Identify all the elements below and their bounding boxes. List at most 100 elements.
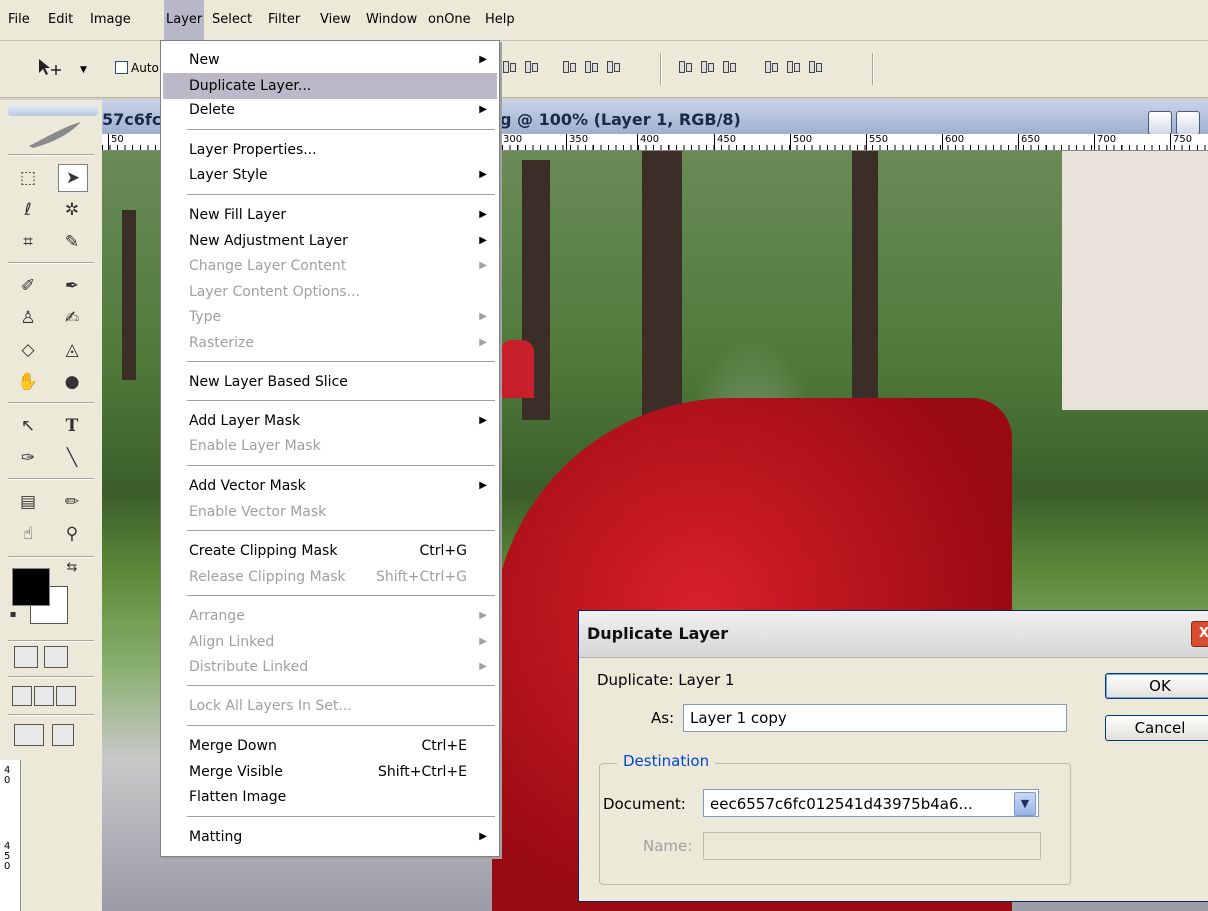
path-selection-tool-icon[interactable]: ↖ (8, 412, 48, 440)
default-colors-icon[interactable]: ▪ (6, 608, 20, 622)
menu-select[interactable]: Select (210, 0, 254, 40)
close-button[interactable]: X (1191, 621, 1208, 647)
maximize-button[interactable] (1176, 111, 1200, 135)
auto-select-checkbox[interactable]: Auto (112, 60, 159, 75)
menu-image[interactable]: Image (88, 0, 133, 40)
screen-mode-full-icon[interactable] (56, 686, 76, 706)
menu-item-delete[interactable]: Delete ▶ (163, 97, 497, 123)
menu-item-label: Flatten Image (189, 789, 287, 805)
eyedropper-tool-icon[interactable]: ✏ (52, 488, 92, 516)
edit-in-imageready-icon[interactable] (52, 724, 74, 746)
screen-mode-standard-icon[interactable] (12, 686, 32, 706)
distribute-center-icon[interactable] (784, 57, 802, 75)
foreground-color-swatch[interactable] (12, 568, 50, 606)
dialog-title-bar[interactable]: Duplicate Layer X (579, 611, 1208, 658)
menu-item-create-clipping-mask[interactable]: Create Clipping Mask Ctrl+G (163, 538, 497, 564)
person (500, 340, 534, 398)
menu-item-new-layer-based-slice[interactable]: New Layer Based Slice (163, 369, 497, 395)
menu-filter[interactable]: Filter (266, 0, 302, 40)
healing-brush-tool-icon[interactable]: ✐ (8, 272, 48, 300)
distribute-middle-icon[interactable] (698, 57, 716, 75)
dodge-tool-icon[interactable]: ● (52, 368, 92, 396)
distribute-buttons-2 (762, 57, 828, 81)
eraser-tool-icon[interactable]: ◇ (8, 336, 48, 364)
menu-item-new[interactable]: New ▶ (163, 47, 497, 73)
menu-item-merge-down[interactable]: Merge Down Ctrl+E (163, 733, 497, 759)
line-tool-icon[interactable]: ╲ (52, 444, 92, 472)
jump-to-imageready-icon[interactable] (14, 724, 44, 746)
menu-item-flatten-image[interactable]: Flatten Image (163, 784, 497, 810)
minimize-button[interactable] (1148, 111, 1172, 135)
divider (8, 154, 94, 156)
menu-item-add-layer-mask[interactable]: Add Layer Mask ▶ (163, 408, 497, 434)
history-brush-tool-icon[interactable]: ✍ (52, 304, 92, 332)
hand-tool-icon[interactable]: ☝ (8, 520, 48, 548)
ruler-tick-label: 400 (637, 134, 659, 150)
clone-stamp-tool-icon[interactable]: ♙ (8, 304, 48, 332)
align-top-icon[interactable] (560, 57, 578, 75)
pen-tool-icon[interactable]: ✑ (8, 444, 48, 472)
menu-item-duplicate-layer[interactable]: Duplicate Layer... (163, 73, 497, 99)
submenu-arrow-icon: ▶ (479, 480, 487, 491)
zoom-tool-icon[interactable]: ⚲ (52, 520, 92, 548)
menu-file[interactable]: File (6, 0, 32, 40)
paint-bucket-tool-icon[interactable]: ◬ (52, 336, 92, 364)
checkbox-box[interactable] (115, 61, 128, 74)
distribute-bottom-icon[interactable] (720, 57, 738, 75)
swap-colors-icon[interactable]: ⇆ (62, 558, 82, 578)
menu-item-layer-style[interactable]: Layer Style ▶ (163, 162, 497, 188)
lasso-tool-icon[interactable]: ℓ (8, 196, 48, 224)
crop-tool-icon[interactable]: ⌗ (8, 228, 48, 256)
quick-mask-mode-icon[interactable] (44, 646, 68, 668)
menu-item-matting[interactable]: Matting ▶ (163, 824, 497, 850)
marquee-tool-icon[interactable]: ⬚ (8, 164, 48, 192)
menu-item-label: Align Linked (189, 634, 275, 650)
menu-separator (187, 725, 495, 726)
document-select[interactable]: eec6557c6fc012541d43975b4a6... ▼ (703, 789, 1039, 817)
screen-mode-full-menu-icon[interactable] (34, 686, 54, 706)
align-left-icon[interactable] (500, 57, 518, 75)
menu-item-label: Duplicate Layer... (189, 78, 312, 94)
distribute-right-icon[interactable] (806, 57, 824, 75)
menu-item-merge-visible[interactable]: Merge Visible Shift+Ctrl+E (163, 759, 497, 785)
menu-separator (187, 465, 495, 466)
menu-item-layer-properties[interactable]: Layer Properties... (163, 137, 497, 163)
magic-wand-tool-icon[interactable]: ✲ (52, 196, 92, 224)
duplicate-source-text: Duplicate: Layer 1 (597, 671, 735, 689)
menu-help[interactable]: Help (483, 0, 517, 40)
tree-trunk (122, 210, 136, 380)
distribute-left-icon[interactable] (762, 57, 780, 75)
menu-item-align-linked: Align Linked ▶ (163, 629, 497, 655)
menu-item-add-vector-mask[interactable]: Add Vector Mask ▶ (163, 473, 497, 499)
standard-mode-icon[interactable] (14, 646, 38, 668)
menu-item-enable-vector-mask: Enable Vector Mask (163, 499, 497, 525)
menu-layer[interactable]: Layer (164, 0, 205, 40)
menu-separator (187, 361, 495, 362)
menu-item-new-fill-layer[interactable]: New Fill Layer ▶ (163, 202, 497, 228)
chevron-down-icon[interactable]: ▼ (1014, 792, 1036, 816)
align-bottom-icon[interactable] (604, 57, 622, 75)
ruler-tick-label: 4 5 0 (4, 841, 11, 872)
tool-preset-picker[interactable]: ▼ (28, 57, 88, 81)
brush-tool-icon[interactable]: ✒ (52, 272, 92, 300)
align-middle-icon[interactable] (582, 57, 600, 75)
menu-item-label: Layer Properties... (189, 142, 317, 158)
divider (872, 53, 874, 85)
menu-edit[interactable]: Edit (46, 0, 75, 40)
type-tool-icon[interactable]: T (52, 412, 92, 440)
cancel-button[interactable]: Cancel (1105, 715, 1208, 741)
menu-item-new-adjustment-layer[interactable]: New Adjustment Layer ▶ (163, 228, 497, 254)
menu-view[interactable]: View (318, 0, 353, 40)
slice-tool-icon[interactable]: ✎ (52, 228, 92, 256)
align-center-icon[interactable] (522, 57, 540, 75)
move-tool-icon[interactable]: ➤ (58, 164, 88, 192)
blur-tool-icon[interactable]: ✋ (8, 368, 48, 396)
distribute-top-icon[interactable] (676, 57, 694, 75)
toolbox-header[interactable] (8, 104, 98, 116)
submenu-arrow-icon: ▶ (479, 661, 487, 672)
menu-onone[interactable]: onOne (426, 0, 473, 40)
ok-button[interactable]: OK (1105, 673, 1208, 699)
notes-tool-icon[interactable]: ▤ (8, 488, 48, 516)
as-input[interactable] (683, 704, 1067, 732)
menu-window[interactable]: Window (364, 0, 419, 40)
